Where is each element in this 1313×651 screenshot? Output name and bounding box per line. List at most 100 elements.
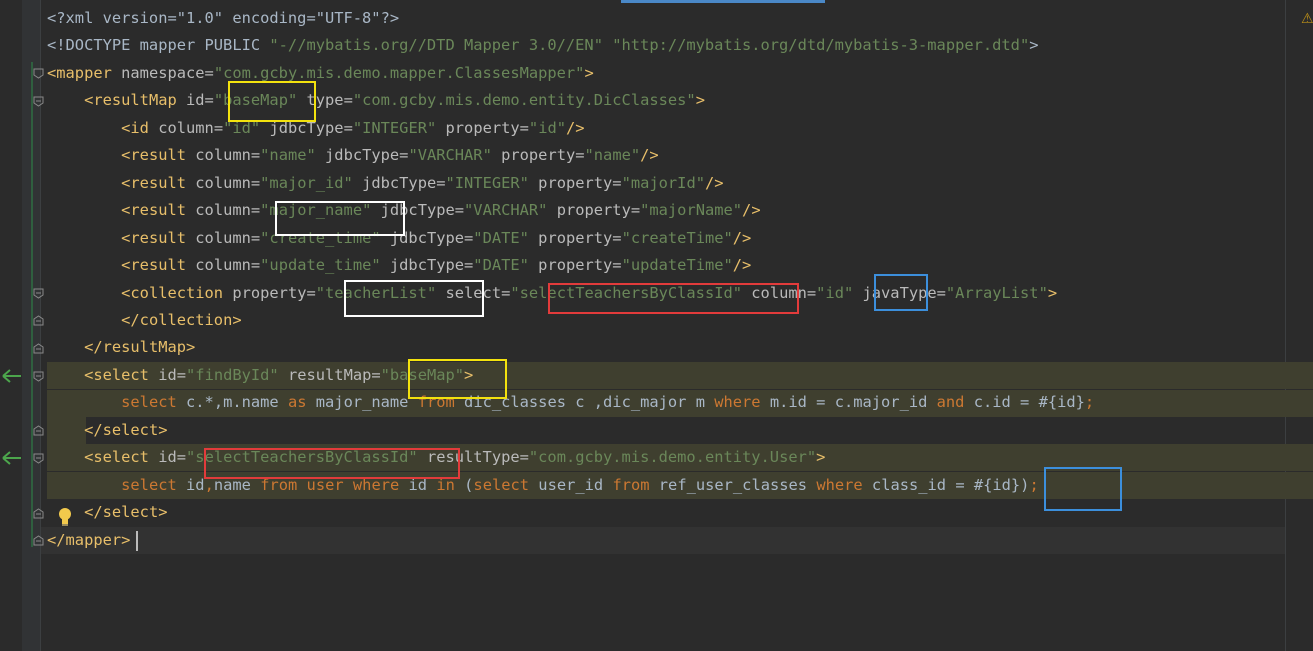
fold-marker-icon[interactable] bbox=[33, 96, 44, 107]
fold-marker-icon[interactable] bbox=[33, 425, 44, 436]
warning-icon[interactable]: ⚠ bbox=[1301, 11, 1313, 27]
gutter-left bbox=[0, 0, 22, 651]
code-token: > bbox=[816, 448, 826, 467]
code-line[interactable]: <?xml version="1.0" encoding="UTF-8"?> bbox=[47, 5, 399, 32]
text-caret bbox=[136, 531, 138, 551]
code-token: "createTime" bbox=[621, 228, 733, 247]
code-line[interactable]: </collection> bbox=[47, 307, 242, 334]
code-token: <?xml version="1.0" encoding="UTF-8"?> bbox=[47, 9, 400, 27]
code-token: <result bbox=[121, 173, 187, 192]
code-line[interactable]: </resultMap> bbox=[47, 334, 195, 361]
code-line[interactable]: <result column="major_id" jdbcType="INTE… bbox=[47, 170, 723, 197]
navigate-to-implementation-icon[interactable] bbox=[2, 451, 22, 465]
code-token: c.id = #{id} bbox=[964, 393, 1085, 412]
code-token: namespace= bbox=[111, 63, 214, 82]
vcs-change-marker[interactable] bbox=[31, 62, 33, 547]
code-line[interactable]: </select> bbox=[47, 417, 167, 444]
code-token: jdbcType= bbox=[352, 173, 446, 192]
code-token: "com.gcby.mis.demo.mapper.ClassesMapper" bbox=[213, 63, 585, 82]
code-token: where bbox=[816, 475, 863, 494]
fold-marker-icon[interactable] bbox=[33, 453, 44, 464]
code-token: id= bbox=[148, 448, 187, 467]
code-token: column= bbox=[148, 118, 224, 137]
fold-marker-icon[interactable] bbox=[33, 371, 44, 382]
code-line[interactable]: select id,name from user where id in (se… bbox=[47, 472, 1039, 499]
code-token: where bbox=[714, 393, 761, 412]
code-token: column= bbox=[186, 201, 261, 220]
code-line[interactable]: </mapper> bbox=[47, 527, 130, 554]
right-margin-guide bbox=[1285, 0, 1286, 651]
code-token: </collection> bbox=[121, 310, 242, 329]
annotation-box-yellow bbox=[228, 81, 316, 122]
code-token: property= bbox=[528, 173, 622, 192]
code-token: ; bbox=[1029, 475, 1039, 494]
code-line[interactable]: <result column="update_time" jdbcType="D… bbox=[47, 252, 751, 279]
code-token: ref_user_classes bbox=[649, 475, 817, 494]
code-token: "DATE" bbox=[473, 256, 529, 275]
code-token: "com.gcby.mis.demo.entity.User" bbox=[528, 448, 817, 467]
fold-marker-icon[interactable] bbox=[33, 315, 44, 326]
code-token: > bbox=[695, 91, 705, 110]
code-token: major_name bbox=[306, 393, 418, 412]
lightbulb-icon[interactable] bbox=[57, 507, 73, 527]
fold-marker-icon[interactable] bbox=[33, 288, 44, 299]
fold-marker-icon[interactable] bbox=[33, 508, 44, 519]
code-token: <collection bbox=[121, 283, 224, 302]
code-token: "majorId" bbox=[621, 173, 705, 192]
code-token: select bbox=[121, 393, 177, 412]
fold-marker-icon[interactable] bbox=[33, 535, 44, 546]
code-token: <result bbox=[121, 201, 187, 220]
code-token: column= bbox=[186, 228, 261, 247]
code-token: <result bbox=[121, 146, 187, 165]
code-token: "name" bbox=[260, 146, 316, 165]
code-token: column= bbox=[186, 146, 261, 165]
code-line[interactable]: <!DOCTYPE mapper PUBLIC "-//mybatis.org/… bbox=[47, 32, 1039, 59]
code-line[interactable]: <mapper namespace="com.gcby.mis.demo.map… bbox=[47, 60, 594, 87]
code-token: </mapper> bbox=[47, 530, 131, 549]
navigate-to-implementation-icon[interactable] bbox=[2, 369, 22, 383]
code-editor[interactable]: ⚠ <?xml version="1.0" encoding="UTF-8"?>… bbox=[0, 0, 1313, 651]
code-token: /> bbox=[566, 118, 585, 137]
code-token: <result bbox=[121, 256, 187, 275]
code-token: id= bbox=[176, 91, 214, 110]
code-line[interactable]: <resultMap id="baseMap" type="com.gcby.m… bbox=[47, 87, 705, 114]
code-token: /> bbox=[732, 228, 752, 247]
fold-marker-icon[interactable] bbox=[33, 343, 44, 354]
annotation-box-red bbox=[204, 448, 460, 479]
code-token: c.*,m.name bbox=[176, 393, 288, 412]
code-token: "-//mybatis.org//DTD Mapper 3.0//EN" bbox=[269, 36, 603, 55]
code-line[interactable]: <result column="name" jdbcType="VARCHAR"… bbox=[47, 142, 659, 169]
code-token: "http://mybatis.org/dtd/mybatis-3-mapper… bbox=[612, 36, 1030, 55]
code-token: property= bbox=[528, 256, 622, 275]
code-token: "DATE" bbox=[473, 228, 529, 247]
code-token: <select bbox=[84, 365, 149, 384]
code-token: </resultMap> bbox=[84, 338, 196, 357]
code-token: m.id = c.major_id bbox=[760, 393, 937, 412]
code-token: <!DOCTYPE mapper PUBLIC bbox=[47, 36, 270, 55]
code-token: </select> bbox=[84, 503, 168, 522]
code-token: <id bbox=[121, 118, 149, 137]
code-token: as bbox=[287, 393, 307, 412]
code-token: class_id = #{id}) bbox=[862, 475, 1030, 494]
code-line[interactable]: select c.*,m.name as major_name from dic… bbox=[47, 389, 1094, 416]
code-token: and bbox=[936, 393, 965, 412]
annotation-box-white bbox=[344, 280, 484, 317]
code-token: > bbox=[1029, 36, 1039, 55]
tab-indicator bbox=[621, 0, 825, 3]
annotation-box-white bbox=[275, 201, 405, 236]
annotation-box-yellow bbox=[408, 359, 507, 399]
code-token: "updateTime" bbox=[621, 256, 733, 275]
code-token: column= bbox=[186, 256, 261, 275]
code-token: /> bbox=[742, 201, 761, 220]
code-token: "VARCHAR" bbox=[408, 146, 492, 165]
fold-marker-icon[interactable] bbox=[33, 68, 44, 79]
code-token: column= bbox=[186, 173, 261, 192]
